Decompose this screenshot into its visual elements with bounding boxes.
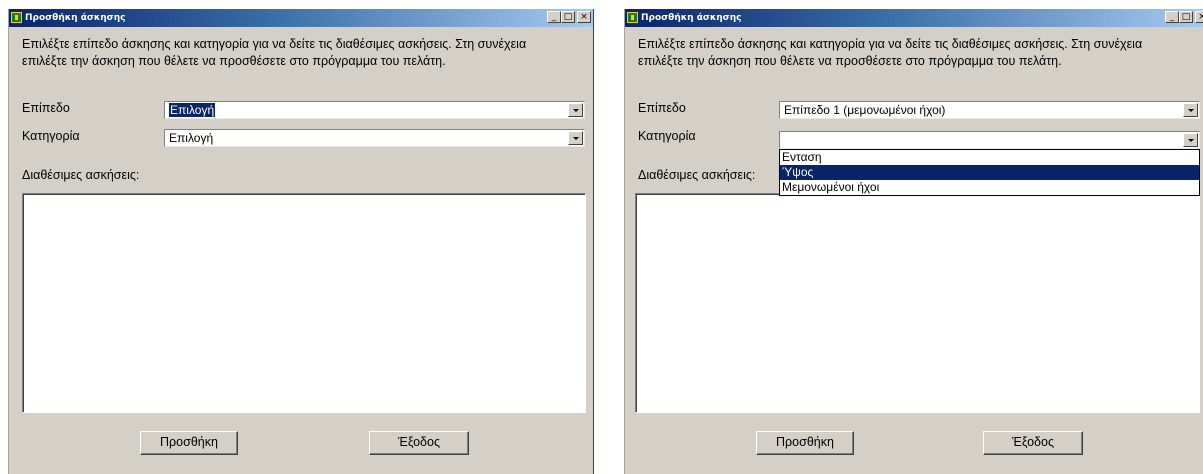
available-exercises-label: Διαθέσιμες ασκήσεις: — [638, 168, 756, 182]
instructions-text: Επιλέξτε επίπεδο άσκησης και κατηγορία γ… — [638, 37, 1143, 68]
app-icon — [11, 12, 22, 23]
level-combobox[interactable]: Επιλογή — [164, 101, 585, 119]
title-bar[interactable]: Προσθήκη άσκησης _ □ × — [625, 9, 1203, 27]
category-combobox-value: Επιλογή — [169, 131, 214, 145]
maximize-icon[interactable]: □ — [1179, 11, 1193, 23]
available-exercises-list[interactable] — [22, 193, 586, 413]
add-exercise-window-initial: Προσθήκη άσκησης _ □ × Επιλέξτε επίπεδο … — [8, 9, 594, 474]
level-label: Επίπεδο — [638, 101, 686, 115]
category-combobox[interactable]: Επιλογή — [164, 129, 585, 147]
exit-button[interactable]: Έξοδος — [369, 431, 469, 455]
category-combobox-value — [781, 133, 1182, 147]
add-button[interactable]: Προσθήκη — [756, 431, 854, 455]
dropdown-arrow-icon[interactable] — [568, 131, 583, 145]
minimize-icon[interactable]: _ — [547, 11, 561, 23]
category-label: Κατηγορία — [638, 129, 696, 143]
close-icon[interactable]: × — [577, 11, 591, 23]
window-title: Προσθήκη άσκησης — [25, 13, 126, 23]
category-label: Κατηγορία — [22, 129, 80, 143]
category-dropdown-list[interactable]: Ενταση Ύψος Μεμονωμένοι ήχοι — [779, 149, 1200, 196]
title-bar[interactable]: Προσθήκη άσκησης _ □ × — [9, 9, 593, 27]
instructions-text: Επιλέξτε επίπεδο άσκησης και κατηγορία γ… — [22, 37, 527, 68]
category-option[interactable]: Μεμονωμένοι ήχοι — [780, 180, 1199, 195]
available-exercises-list[interactable] — [635, 193, 1200, 413]
maximize-icon[interactable]: □ — [561, 11, 575, 23]
exit-button[interactable]: Έξοδος — [983, 431, 1083, 455]
category-option-highlighted[interactable]: Ύψος — [780, 165, 1199, 180]
app-icon — [627, 12, 638, 23]
add-button[interactable]: Προσθήκη — [140, 431, 238, 455]
close-icon[interactable]: × — [1195, 11, 1203, 23]
level-combobox-value: Επίπεδο 1 (μεμονωμένοι ήχοι) — [784, 103, 946, 117]
level-combobox[interactable]: Επίπεδο 1 (μεμονωμένοι ήχοι) — [779, 101, 1200, 119]
level-combobox-value: Επιλογή — [169, 103, 216, 117]
add-exercise-window-dropdown-open: Προσθήκη άσκησης _ □ × Επιλέξτε επίπεδο … — [624, 9, 1203, 474]
category-option[interactable]: Ενταση — [780, 150, 1199, 165]
available-exercises-label: Διαθέσιμες ασκήσεις: — [22, 168, 140, 182]
dropdown-arrow-icon[interactable] — [568, 103, 583, 117]
dropdown-arrow-icon[interactable] — [1183, 103, 1198, 117]
level-label: Επίπεδο — [22, 101, 70, 115]
minimize-icon[interactable]: _ — [1165, 11, 1179, 23]
dropdown-arrow-icon[interactable] — [1183, 133, 1198, 147]
window-title: Προσθήκη άσκησης — [641, 13, 742, 23]
category-combobox[interactable] — [779, 131, 1200, 149]
